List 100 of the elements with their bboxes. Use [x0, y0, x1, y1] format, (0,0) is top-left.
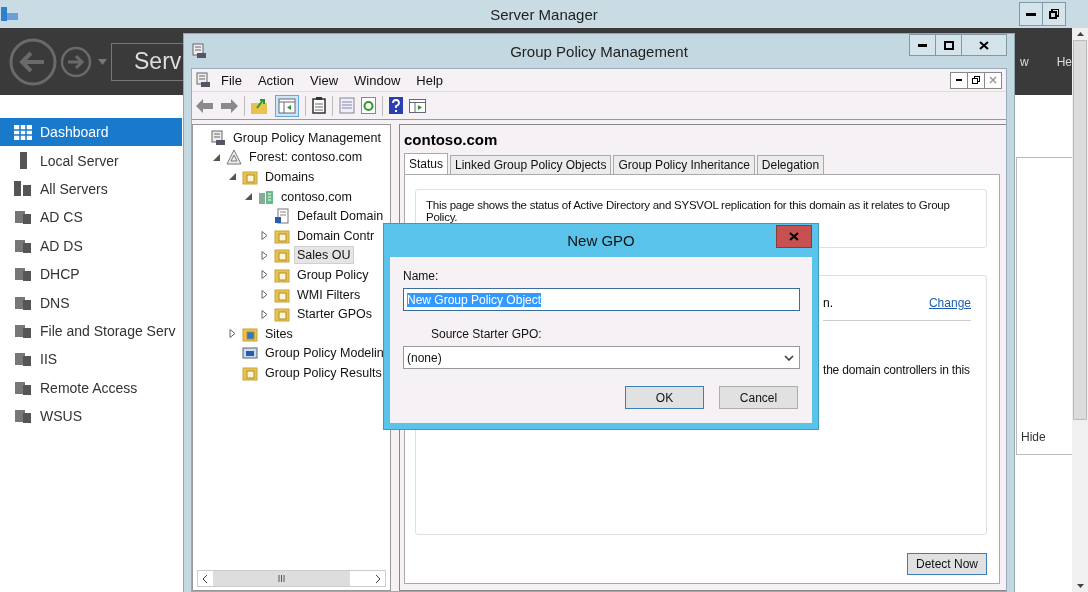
back-arrow-icon[interactable] [196, 98, 214, 113]
tree-item[interactable]: Domain Contr [294, 226, 378, 245]
sidebar-item[interactable]: All Servers [0, 174, 182, 204]
minimize-button[interactable] [909, 34, 936, 56]
menu-item[interactable]: File [221, 72, 242, 88]
tree-item[interactable]: contoso.com [278, 187, 355, 206]
tree-item[interactable]: Group Policy Management [230, 128, 384, 147]
sidebar-item[interactable]: Remote Access [0, 373, 182, 402]
computer-icon [242, 345, 258, 362]
grip-icon [278, 575, 285, 582]
tree-item[interactable]: Group Policy Results [262, 363, 385, 382]
sidebar-item[interactable]: IIS [0, 345, 182, 374]
close-button[interactable] [961, 34, 1007, 56]
tree-item[interactable]: Group Policy [294, 265, 372, 284]
scroll-thumb[interactable] [213, 571, 350, 586]
pane-toggle-icon[interactable] [275, 94, 299, 117]
source-starter-gpo-label: Source Starter GPO: [431, 327, 543, 341]
tab[interactable]: Status [404, 153, 449, 175]
scroll-left-icon[interactable] [202, 574, 207, 583]
building-icon [258, 188, 274, 205]
collapsed-arrow-icon[interactable] [261, 231, 269, 241]
minimize-button[interactable] [1019, 2, 1043, 26]
restore-icon [972, 76, 980, 84]
cancel-button[interactable]: Cancel [719, 386, 798, 409]
folder-icon [242, 325, 258, 342]
change-link[interactable]: Change [928, 296, 971, 310]
menu-item[interactable]: Help [416, 72, 444, 88]
tree-item[interactable]: Sales OU [294, 246, 354, 265]
sidebar-item[interactable]: AD CS [0, 203, 182, 232]
collapsed-arrow-icon[interactable] [261, 290, 269, 300]
restore-icon [1049, 9, 1059, 19]
folder-up-icon[interactable] [251, 97, 269, 114]
expanded-arrow-icon[interactable] [245, 192, 253, 202]
status-text: the domain controllers in this [823, 363, 971, 377]
tab[interactable]: Delegation [756, 155, 825, 174]
dialog-title: New GPO [567, 232, 635, 249]
scrollbar[interactable] [1072, 28, 1088, 592]
tab[interactable]: Group Policy Inheritance [613, 155, 755, 174]
minimize-icon [956, 79, 962, 81]
restore-button[interactable] [967, 71, 985, 89]
restore-button[interactable] [1042, 2, 1066, 26]
detect-now-button[interactable]: Detect Now [906, 553, 987, 575]
clipboard-icon[interactable] [312, 97, 326, 114]
source-dropdown[interactable]: (none) [403, 346, 800, 369]
collapsed-arrow-icon[interactable] [261, 309, 269, 319]
tree-item[interactable]: Group Policy Modelin [262, 344, 387, 363]
refresh-icon[interactable] [361, 97, 376, 114]
help-icon[interactable] [389, 97, 403, 114]
pane-icon[interactable] [409, 98, 426, 113]
ok-button[interactable]: OK [625, 386, 704, 409]
sidebar-item[interactable]: AD DS [0, 231, 182, 260]
hide-link[interactable]: Hide [1021, 430, 1046, 444]
tree-item[interactable]: Starter GPOs [294, 305, 376, 324]
tree-item[interactable]: Domains [262, 168, 318, 186]
sidebar-item[interactable]: WSUS [0, 401, 182, 431]
collapsed-arrow-icon[interactable] [229, 329, 237, 339]
forward-arrow-icon[interactable] [220, 98, 238, 113]
sidebar-item[interactable]: Local Server [0, 146, 182, 175]
folder-icon [274, 286, 290, 303]
close-icon [989, 76, 997, 84]
sidebar-item[interactable]: File and Storage Serv [0, 316, 182, 346]
scroll-thumb[interactable] [1073, 40, 1087, 420]
name-label: Name: [403, 269, 440, 283]
tree-item[interactable]: Forest: contoso.com [246, 148, 366, 167]
tree-item[interactable]: WMI Filters [294, 285, 364, 304]
maximize-icon [943, 40, 954, 50]
menu-item[interactable]: w [1020, 54, 1029, 69]
folder-icon [242, 169, 258, 185]
sidebar-item[interactable]: DHCP [0, 259, 182, 289]
document-shortcut-icon [274, 208, 290, 225]
expanded-arrow-icon[interactable] [213, 152, 221, 162]
folder-icon [242, 364, 258, 381]
expanded-arrow-icon[interactable] [229, 172, 237, 182]
menu-item[interactable]: He [1056, 54, 1072, 69]
scroll-down-icon[interactable] [1076, 584, 1084, 588]
menu-item[interactable]: Action [257, 72, 295, 88]
status-text: n. [823, 296, 833, 310]
scroll-right-icon[interactable] [376, 574, 381, 583]
tree-item[interactable]: Sites [262, 324, 296, 343]
scrollbar[interactable] [197, 570, 386, 587]
collapsed-arrow-icon[interactable] [261, 250, 269, 260]
folder-icon [274, 266, 290, 283]
tree-item[interactable]: Default Domain [294, 207, 387, 226]
servers-icon [14, 181, 32, 197]
scroll-icon [191, 43, 207, 59]
minimize-icon [918, 43, 927, 47]
scroll-up-icon[interactable] [1076, 32, 1084, 36]
menu-item[interactable]: Window [354, 72, 401, 88]
domain-heading: contoso.com [404, 131, 499, 148]
maximize-button[interactable] [935, 34, 962, 56]
sidebar-item[interactable]: DNS [0, 288, 182, 317]
minimize-button[interactable] [950, 71, 968, 89]
minimize-icon [1026, 12, 1036, 16]
tab[interactable]: Linked Group Policy Objects [450, 155, 612, 174]
window-title: Group Policy Management [510, 42, 688, 60]
collapsed-arrow-icon[interactable] [261, 270, 269, 280]
sidebar-item[interactable]: Dashboard [0, 118, 182, 147]
menu-item[interactable]: View [310, 72, 339, 88]
caret-icon[interactable] [98, 58, 107, 65]
folder-icon [274, 306, 290, 323]
